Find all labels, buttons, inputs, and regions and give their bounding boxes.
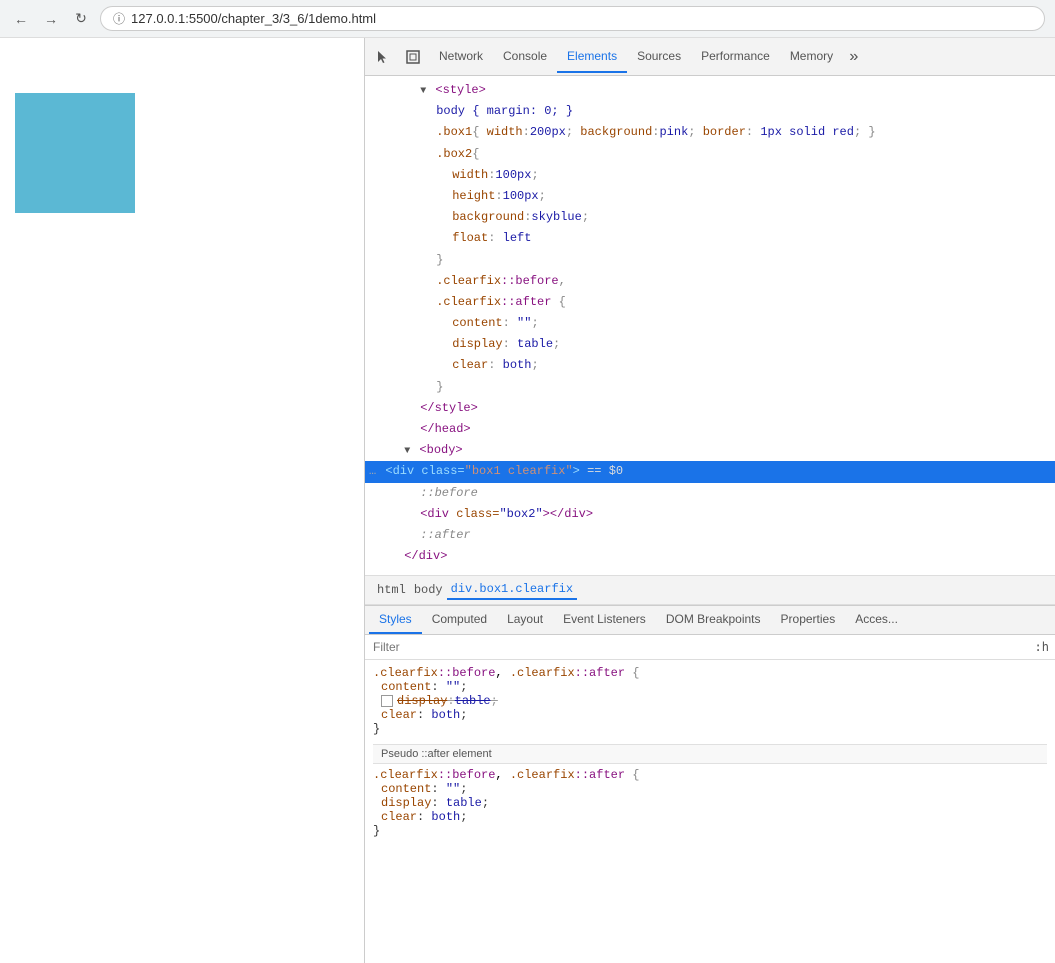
- css-selector-2: .clearfix::before, .clearfix::after {: [373, 768, 1047, 782]
- url-text: 127.0.0.1:5500/chapter_3/3_6/1demo.html: [131, 11, 376, 26]
- tab-layout[interactable]: Layout: [497, 606, 553, 634]
- dom-line: }: [365, 377, 1055, 398]
- breadcrumb-body[interactable]: body: [410, 581, 447, 599]
- tab-properties[interactable]: Properties: [771, 606, 846, 634]
- tab-event-listeners[interactable]: Event Listeners: [553, 606, 656, 634]
- browser-chrome: ← → ↻ ⓘ 127.0.0.1:5500/chapter_3/3_6/1de…: [0, 0, 1055, 38]
- cursor-icon[interactable]: [369, 43, 397, 71]
- css-prop-content: content: "";: [381, 680, 1047, 694]
- css-prop-content-2: content: "";: [381, 782, 1047, 796]
- css-prop-clear-2: clear: both;: [381, 810, 1047, 824]
- styles-content: .clearfix::before, .clearfix::after { co…: [365, 660, 1055, 963]
- display-checkbox[interactable]: [381, 695, 393, 707]
- address-bar: ⓘ 127.0.0.1:5500/chapter_3/3_6/1demo.htm…: [100, 6, 1045, 31]
- back-button[interactable]: ←: [10, 8, 32, 30]
- tab-memory[interactable]: Memory: [780, 41, 843, 73]
- dom-and-styles: ▼ <style> body { margin: 0; } .box1{ wid…: [365, 76, 1055, 963]
- tab-performance[interactable]: Performance: [691, 41, 780, 73]
- dom-line: .box1{ width:200px; background:pink; bor…: [365, 122, 1055, 143]
- tab-console[interactable]: Console: [493, 41, 557, 73]
- dom-tree-section: ▼ <style> body { margin: 0; } .box1{ wid…: [365, 76, 1055, 606]
- css-prop-clear: clear: both;: [381, 708, 1047, 722]
- dom-selected-line[interactable]: … <div class="box1 clearfix"> == $0: [365, 461, 1055, 482]
- tab-sources[interactable]: Sources: [627, 41, 691, 73]
- dom-line: display: table;: [365, 334, 1055, 355]
- dom-line: .box2{: [365, 144, 1055, 165]
- reload-button[interactable]: ↻: [70, 8, 92, 30]
- more-tabs-button[interactable]: »: [843, 44, 865, 70]
- tab-computed[interactable]: Computed: [422, 606, 497, 634]
- css-prop-display-2: display: table;: [381, 796, 1047, 810]
- box-icon[interactable]: [399, 43, 427, 71]
- dom-line: .clearfix::before,: [365, 271, 1055, 292]
- tab-network[interactable]: Network: [429, 41, 493, 73]
- dom-tree: ▼ <style> body { margin: 0; } .box1{ wid…: [365, 76, 1055, 575]
- main-layout: Network Console Elements Sources Perform…: [0, 38, 1055, 963]
- dom-line: clear: both;: [365, 355, 1055, 376]
- pseudo-section-label: Pseudo ::after element: [373, 744, 1047, 764]
- blue-box-preview: [15, 93, 135, 213]
- dom-line: body { margin: 0; }: [365, 101, 1055, 122]
- css-prop-display: display: table;: [381, 694, 1047, 708]
- dom-line: </div>: [365, 546, 1055, 567]
- dom-line: width:100px;: [365, 165, 1055, 186]
- lock-icon: ⓘ: [113, 10, 125, 27]
- forward-button[interactable]: →: [40, 8, 62, 30]
- filter-pseudo-btn[interactable]: :h: [1035, 640, 1049, 654]
- css-rule-2: .clearfix::before, .clearfix::after { co…: [373, 768, 1047, 838]
- css-close-brace-1: }: [373, 722, 1047, 736]
- dom-line: <div class="box2"></div>: [365, 504, 1055, 525]
- css-selector-1: .clearfix::before, .clearfix::after {: [373, 666, 1047, 680]
- filter-input[interactable]: [371, 637, 1035, 657]
- tab-elements[interactable]: Elements: [557, 41, 627, 73]
- breadcrumb-bar: html body div.box1.clearfix: [365, 575, 1055, 605]
- style-tabs: Styles Computed Layout Event Listeners D…: [365, 606, 1055, 635]
- devtools-top-tabs: Network Console Elements Sources Perform…: [365, 38, 1055, 76]
- dom-line: ::before: [365, 483, 1055, 504]
- breadcrumb-html[interactable]: html: [373, 581, 410, 599]
- styles-section: Styles Computed Layout Event Listeners D…: [365, 606, 1055, 963]
- triangle-icon[interactable]: ▼: [420, 86, 426, 97]
- breadcrumb-div[interactable]: div.box1.clearfix: [447, 580, 577, 600]
- page-preview: [0, 38, 365, 963]
- dom-line: }: [365, 250, 1055, 271]
- css-rule-1: .clearfix::before, .clearfix::after { co…: [373, 666, 1047, 736]
- dom-line: </head>: [365, 419, 1055, 440]
- devtools-panel: Network Console Elements Sources Perform…: [365, 38, 1055, 963]
- triangle-icon[interactable]: ▼: [404, 446, 410, 457]
- dom-line: </style>: [365, 398, 1055, 419]
- dom-line: ▼ <style>: [365, 80, 1055, 101]
- tab-dom-breakpoints[interactable]: DOM Breakpoints: [656, 606, 771, 634]
- dom-line: ::after: [365, 525, 1055, 546]
- dom-line: .clearfix::after {: [365, 292, 1055, 313]
- tab-acces[interactable]: Acces...: [845, 606, 908, 634]
- filter-bar: :h: [365, 635, 1055, 660]
- dom-line: ▼ <body>: [365, 440, 1055, 461]
- tab-styles[interactable]: Styles: [369, 606, 422, 634]
- dom-line: height:100px;: [365, 186, 1055, 207]
- dom-line: float: left: [365, 228, 1055, 249]
- css-close-brace-2: }: [373, 824, 1047, 838]
- dom-line: content: "";: [365, 313, 1055, 334]
- dom-line: background:skyblue;: [365, 207, 1055, 228]
